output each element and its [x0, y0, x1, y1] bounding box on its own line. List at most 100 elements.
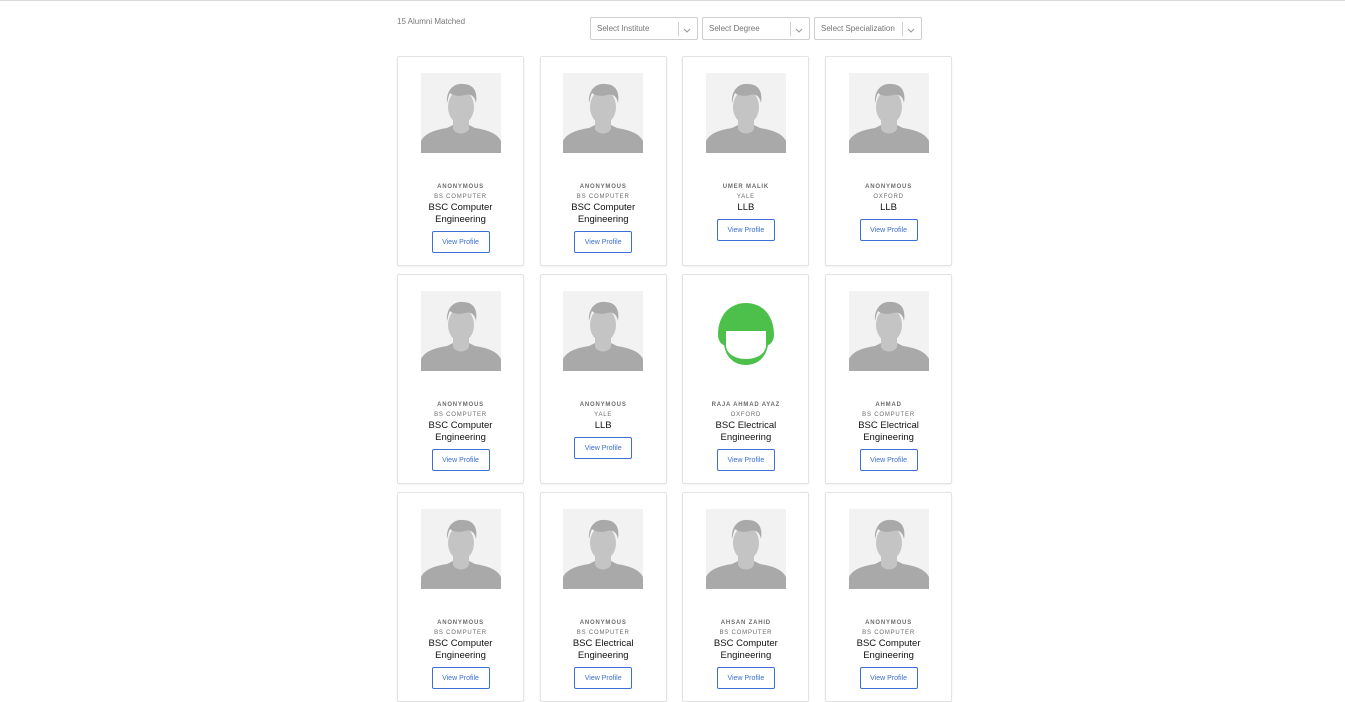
alumni-card: ANONYMOUS BS COMPUTER BSC Computer Enginee… [825, 492, 953, 702]
view-profile-button[interactable]: View Profile [716, 667, 775, 689]
view-profile-button[interactable]: View Profile [716, 219, 775, 241]
avatar [563, 291, 644, 371]
alumni-specialization: LLB [737, 202, 755, 213]
avatar [705, 291, 786, 371]
degree-select-placeholder: Select Degree [709, 24, 760, 33]
alumni-name: ANONYMOUS [579, 184, 627, 190]
alumni-name: ANONYMOUS [437, 184, 484, 190]
alumni-name: UMER MALIK [722, 184, 770, 190]
alumni-specialization: BSC Computer Engineering [428, 420, 493, 443]
alumni-institute: BS COMPUTER [576, 194, 630, 200]
default-avatar-icon [848, 509, 929, 589]
default-avatar-icon [563, 291, 644, 371]
alumni-card: ANONYMOUS BS COMPUTER BSC Computer Enginee… [397, 274, 524, 484]
default-avatar-icon [420, 509, 501, 589]
avatar [705, 509, 786, 589]
alumni-card: AHSAN ZAHID BS COMPUTER BSC Computer Engin… [682, 492, 810, 702]
default-avatar-icon [420, 291, 501, 371]
chevron-down-icon[interactable] [682, 23, 692, 35]
default-avatar-icon [563, 73, 644, 153]
alumni-institute: OXFORD [873, 194, 904, 200]
filter-bar: Select Institute Select Degree Select Sp… [590, 17, 922, 40]
default-avatar-icon [705, 73, 786, 153]
alumni-name: ANONYMOUS [579, 620, 627, 626]
alumni-grid: ANONYMOUS BS COMPUTER BSC Computer Enginee… [397, 56, 953, 702]
alumni-institute: BS COMPUTER [576, 630, 630, 636]
alumni-card: ANONYMOUS BS COMPUTER BSC Electrical Engin… [539, 492, 667, 702]
alumni-institute: YALE [736, 194, 755, 200]
avatar [563, 509, 644, 589]
alumni-institute: BS COMPUTER [434, 194, 487, 200]
chevron-down-icon[interactable] [906, 23, 916, 35]
view-profile-button[interactable]: View Profile [859, 449, 918, 471]
alumni-specialization: BSC Computer Engineering [428, 202, 493, 225]
default-avatar-icon [848, 291, 929, 371]
select-separator [678, 22, 679, 36]
alumni-name: AHSAN ZAHID [720, 620, 771, 626]
alumni-card: ANONYMOUS BS COMPUTER BSC Computer Enginee… [397, 492, 524, 702]
institute-select-placeholder: Select Institute [597, 24, 650, 33]
alumni-card: RAJA AHMAD AYAZ OXFORD BSC Electrical Engi… [682, 274, 810, 484]
alumni-specialization: LLB [880, 202, 898, 213]
alumni-card: ANONYMOUS BS COMPUTER BSC Computer Enginee… [397, 56, 524, 266]
select-separator [902, 22, 903, 36]
view-profile-button[interactable]: View Profile [431, 449, 490, 471]
chevron-down-icon[interactable] [794, 23, 804, 35]
alumni-card: ANONYMOUS BS COMPUTER BSC Computer Enginee… [539, 56, 667, 266]
view-profile-button[interactable]: View Profile [716, 449, 775, 471]
institute-select[interactable]: Select Institute [590, 17, 698, 40]
alumni-card: ANONYMOUS OXFORD LLB View Profile [825, 56, 953, 266]
alumni-institute: BS COMPUTER [434, 412, 487, 418]
avatar [563, 73, 644, 153]
alumni-specialization: BSC Electrical Engineering [858, 420, 919, 443]
view-profile-button[interactable]: View Profile [574, 437, 633, 459]
degree-select[interactable]: Select Degree [702, 17, 810, 40]
alumni-name: AHMAD [875, 402, 902, 408]
default-avatar-icon [705, 509, 786, 589]
alumni-name: ANONYMOUS [437, 402, 484, 408]
alumni-specialization: BSC Computer Engineering [571, 202, 636, 225]
green-helmet-avatar-icon [705, 291, 786, 371]
avatar [848, 509, 929, 589]
default-avatar-icon [563, 509, 644, 589]
top-divider [0, 0, 1345, 1]
alumni-name: ANONYMOUS [579, 402, 627, 408]
default-avatar-icon [848, 73, 929, 153]
alumni-card: UMER MALIK YALE LLB View Profile [682, 56, 810, 266]
alumni-specialization: BSC Electrical Engineering [572, 638, 634, 661]
alumni-institute: BS COMPUTER [434, 630, 487, 636]
view-profile-button[interactable]: View Profile [859, 219, 918, 241]
alumni-card: AHMAD BS COMPUTER BSC Electrical Engineeri… [825, 274, 953, 484]
alumni-institute: BS COMPUTER [719, 630, 773, 636]
alumni-institute: BS COMPUTER [862, 412, 915, 418]
view-profile-button[interactable]: View Profile [431, 667, 490, 689]
avatar [420, 291, 501, 371]
select-separator [790, 22, 791, 36]
alumni-matched-count: 15 Alumni Matched [397, 17, 466, 26]
view-profile-button[interactable]: View Profile [574, 667, 633, 689]
view-profile-button[interactable]: View Profile [859, 667, 918, 689]
alumni-institute: OXFORD [730, 412, 762, 418]
default-avatar-icon [420, 73, 501, 153]
view-profile-button[interactable]: View Profile [431, 231, 490, 253]
alumni-specialization: BSC Computer Engineering [428, 638, 493, 661]
alumni-name: ANONYMOUS [865, 620, 912, 626]
alumni-specialization: BSC Electrical Engineering [715, 420, 777, 443]
specialization-select[interactable]: Select Specialization [814, 17, 922, 40]
alumni-name: RAJA AHMAD AYAZ [711, 402, 781, 408]
alumni-name: ANONYMOUS [437, 620, 484, 626]
alumni-specialization: BSC Computer Engineering [856, 638, 921, 661]
avatar [848, 73, 929, 153]
view-profile-button[interactable]: View Profile [574, 231, 633, 253]
alumni-name: ANONYMOUS [865, 184, 912, 190]
alumni-specialization: BSC Computer Engineering [713, 638, 778, 661]
specialization-select-placeholder: Select Specialization [821, 24, 895, 33]
avatar [705, 73, 786, 153]
alumni-institute: YALE [594, 412, 613, 418]
avatar [420, 73, 501, 153]
avatar [848, 291, 929, 371]
alumni-card: ANONYMOUS YALE LLB View Profile [539, 274, 667, 484]
avatar [420, 509, 501, 589]
alumni-institute: BS COMPUTER [862, 630, 915, 636]
alumni-specialization: LLB [594, 420, 612, 431]
